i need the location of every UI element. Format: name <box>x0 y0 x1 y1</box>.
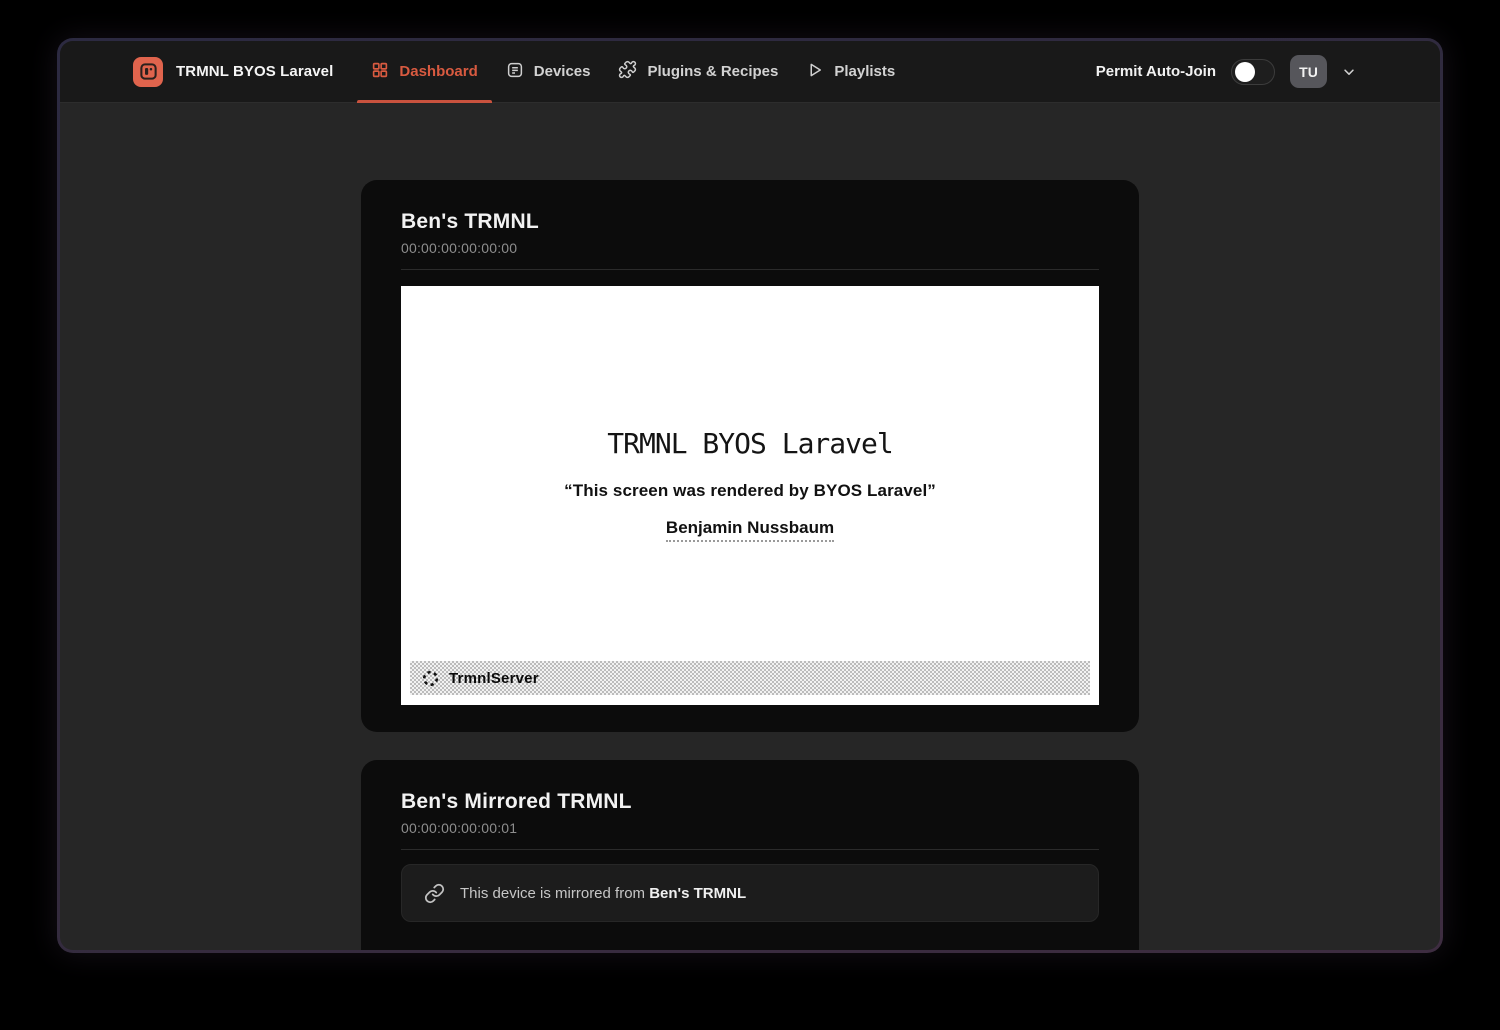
toggle-knob <box>1235 62 1255 82</box>
device-list-icon <box>506 61 524 83</box>
brand-title: TRMNL BYOS Laravel <box>176 63 333 80</box>
nav-item-dashboard[interactable]: Dashboard <box>357 41 491 102</box>
device-mac-address: 00:00:00:00:00:00 <box>401 240 1099 256</box>
app-window: TRMNL BYOS Laravel Dashboard <box>57 38 1443 953</box>
screen-author-row: Benjamin Nussbaum <box>401 518 1099 542</box>
link-icon <box>424 883 445 904</box>
nav-item-label: Dashboard <box>399 63 477 80</box>
mirror-notice-text: This device is mirrored from Ben's TRMNL <box>460 885 746 902</box>
device-name: Ben's TRMNL <box>401 210 1099 234</box>
nav-item-label: Playlists <box>834 63 895 80</box>
permit-auto-join-toggle[interactable] <box>1231 59 1275 85</box>
device-card-bens-mirrored-trmnl: Ben's Mirrored TRMNL 00:00:00:00:00:01 T… <box>361 760 1139 950</box>
nav-items: Dashboard Devices <box>357 41 909 102</box>
device-mac-address: 00:00:00:00:00:01 <box>401 820 1099 836</box>
divider <box>401 269 1099 270</box>
nav-item-plugins-recipes[interactable]: Plugins & Recipes <box>604 41 792 102</box>
divider <box>401 849 1099 850</box>
mirror-text-prefix: This device is mirrored from <box>460 885 645 902</box>
nav-item-playlists[interactable]: Playlists <box>792 41 909 102</box>
avatar-initials: TU <box>1299 64 1318 80</box>
permit-auto-join-label: Permit Auto-Join <box>1096 63 1216 80</box>
user-avatar[interactable]: TU <box>1290 55 1327 88</box>
screen-quote: “This screen was rendered by BYOS Larave… <box>401 481 1099 501</box>
spinner-icon <box>421 669 440 688</box>
nav-item-label: Plugins & Recipes <box>647 63 778 80</box>
top-navbar: TRMNL BYOS Laravel Dashboard <box>60 41 1440 103</box>
puzzle-icon <box>618 60 637 83</box>
trmnl-logo-icon <box>133 57 163 87</box>
nav-item-devices[interactable]: Devices <box>492 41 605 102</box>
screen-title: TRMNL BYOS Laravel <box>401 286 1099 460</box>
brand[interactable]: TRMNL BYOS Laravel <box>133 41 333 102</box>
grid-icon <box>371 61 389 83</box>
screen-author-link[interactable]: Benjamin Nussbaum <box>666 518 834 542</box>
device-name: Ben's Mirrored TRMNL <box>401 790 1099 814</box>
screen-titlebar: TrmnlServer <box>410 661 1090 695</box>
dashboard-main: Ben's TRMNL 00:00:00:00:00:00 TRMNL BYOS… <box>60 103 1440 950</box>
chevron-down-icon[interactable] <box>1342 65 1356 79</box>
device-screen-preview: TRMNL BYOS Laravel “This screen was rend… <box>401 286 1099 705</box>
screen-titlebar-label: TrmnlServer <box>449 670 539 687</box>
mirror-source-device: Ben's TRMNL <box>649 885 746 902</box>
window-content: TRMNL BYOS Laravel Dashboard <box>60 41 1440 950</box>
mirror-notice: This device is mirrored from Ben's TRMNL <box>401 864 1099 922</box>
play-icon <box>806 61 824 83</box>
device-card-bens-trmnl: Ben's TRMNL 00:00:00:00:00:00 TRMNL BYOS… <box>361 180 1139 732</box>
navbar-right: Permit Auto-Join TU <box>1096 41 1356 102</box>
nav-item-label: Devices <box>534 63 591 80</box>
